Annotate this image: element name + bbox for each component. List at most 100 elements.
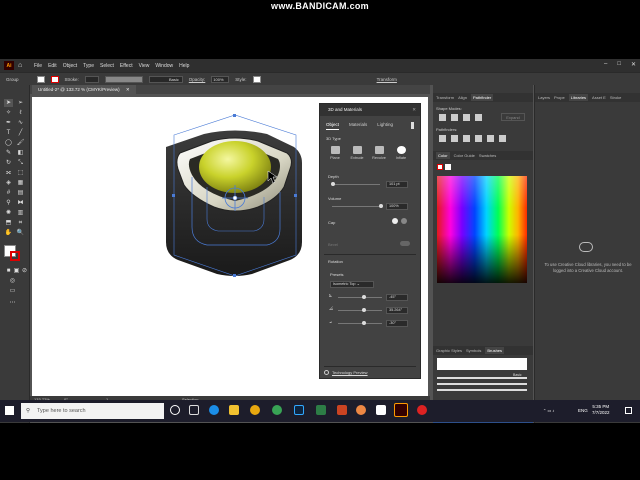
cap-on-icon[interactable] xyxy=(392,218,398,224)
tab-color-guide[interactable]: Color Guide xyxy=(454,153,475,158)
opacity-field[interactable]: 100% xyxy=(211,75,230,83)
curvature-tool-icon[interactable]: ∿ xyxy=(16,119,25,127)
expand-button[interactable]: Expand xyxy=(501,113,525,121)
close-window-button[interactable]: ✕ xyxy=(631,61,636,68)
ellipse-tool-icon[interactable]: ◯ xyxy=(4,139,13,147)
unite-icon[interactable] xyxy=(439,114,446,121)
direct-selection-tool-icon[interactable]: ➢ xyxy=(16,99,25,107)
menu-select[interactable]: Select xyxy=(100,63,114,69)
cap-off-icon[interactable] xyxy=(401,218,407,224)
selection-tool-icon[interactable]: ➤ xyxy=(4,99,13,107)
home-icon[interactable]: ⌂ xyxy=(18,62,26,70)
exclude-icon[interactable] xyxy=(475,114,482,121)
tab-asset-export[interactable]: Asset E xyxy=(592,95,606,100)
tab-align[interactable]: Align xyxy=(458,95,467,100)
type-plane-button[interactable]: Plane xyxy=(328,146,342,162)
chrome-icon[interactable] xyxy=(250,405,260,415)
menu-window[interactable]: Window xyxy=(155,63,173,69)
taskbar-search-input[interactable]: ⚲ Type here to search xyxy=(21,403,164,419)
document-tab[interactable]: Untitled-2* @ 133.72 % (CMYK/Preview) ✕ xyxy=(32,85,136,94)
rotate-x-slider[interactable] xyxy=(338,297,382,298)
tab-transform[interactable]: Transform xyxy=(436,95,454,100)
menu-effect[interactable]: Effect xyxy=(120,63,133,69)
chrome-alt-icon[interactable] xyxy=(272,405,282,415)
tab-color[interactable]: Color xyxy=(436,152,450,159)
type-inflate-button[interactable]: Inflate xyxy=(394,146,408,162)
rotate-tool-icon[interactable]: ↻ xyxy=(4,159,13,167)
brush-stroke[interactable] xyxy=(437,389,527,391)
edit-toolbar-icon[interactable]: ⋯ xyxy=(8,299,17,307)
rotate-x-field[interactable]: -45° xyxy=(386,294,408,301)
gradient-tool-icon[interactable]: ▤ xyxy=(16,189,25,197)
bevel-toggle[interactable] xyxy=(400,241,410,246)
tab-graphic-styles[interactable]: Graphic Styles xyxy=(436,348,462,353)
variable-width-field[interactable] xyxy=(104,75,143,83)
tab-properties[interactable]: Prope xyxy=(554,95,565,100)
volume-field[interactable]: 100% xyxy=(386,203,408,210)
rotate-x-knob[interactable] xyxy=(362,295,366,299)
paint-icon[interactable] xyxy=(356,405,366,415)
rotate-z-knob[interactable] xyxy=(362,321,366,325)
menu-help[interactable]: Help xyxy=(179,63,189,69)
divide-icon[interactable] xyxy=(439,135,446,142)
menu-view[interactable]: View xyxy=(139,63,150,69)
type-revolve-button[interactable]: Revolve xyxy=(372,146,386,162)
brush-definition-field[interactable]: Basic xyxy=(148,75,183,83)
mesh-tool-icon[interactable]: # xyxy=(4,189,13,197)
technology-preview-link[interactable]: Technology Preview xyxy=(332,370,368,375)
outline-icon[interactable] xyxy=(487,135,494,142)
tab-object[interactable]: Object xyxy=(326,122,340,130)
tab-brushes[interactable]: Brushes xyxy=(485,347,505,354)
rotate-y-slider[interactable] xyxy=(338,310,382,311)
stroke-color-chip[interactable] xyxy=(445,164,451,170)
symbol-sprayer-tool-icon[interactable]: ✺ xyxy=(4,209,13,217)
minus-front-icon[interactable] xyxy=(451,114,458,121)
depth-field[interactable]: 101 pt xyxy=(386,181,408,188)
illustrator-taskbar-icon[interactable] xyxy=(394,403,408,417)
tab-stroke[interactable]: Stroke xyxy=(610,95,622,100)
render-settings-icon[interactable] xyxy=(411,122,414,129)
tab-swatches[interactable]: Swatches xyxy=(479,153,496,158)
blend-tool-icon[interactable]: ⧓ xyxy=(16,199,25,207)
menu-object[interactable]: Object xyxy=(63,63,77,69)
scale-tool-icon[interactable]: ⤡ xyxy=(16,159,25,167)
file-explorer-icon[interactable] xyxy=(229,405,239,415)
edge-icon[interactable] xyxy=(209,405,219,415)
app-icon[interactable] xyxy=(316,405,326,415)
language-indicator[interactable]: ENG xyxy=(578,408,588,413)
fill-swatch[interactable] xyxy=(36,75,45,83)
pen-tool-icon[interactable]: ✒ xyxy=(4,119,13,127)
stroke-swatch-icon[interactable] xyxy=(10,251,20,261)
rotate-z-field[interactable]: -30° xyxy=(386,320,408,327)
intersect-icon[interactable] xyxy=(463,114,470,121)
app-icon[interactable] xyxy=(376,405,386,415)
free-transform-tool-icon[interactable]: ⬚ xyxy=(16,169,25,177)
merge-icon[interactable] xyxy=(463,135,470,142)
crop-icon[interactable] xyxy=(475,135,482,142)
style-swatch[interactable] xyxy=(252,75,261,83)
type-extrude-button[interactable]: Extrude xyxy=(350,146,364,162)
minus-back-icon[interactable] xyxy=(499,135,506,142)
width-tool-icon[interactable]: ⟗ xyxy=(4,169,13,177)
transform-link[interactable]: Transform xyxy=(377,77,397,82)
close-tab-icon[interactable]: ✕ xyxy=(126,87,130,92)
rotate-y-knob[interactable] xyxy=(362,308,366,312)
brush-stroke[interactable] xyxy=(437,377,527,379)
presets-dropdown[interactable]: Isometric Top ⌄ xyxy=(330,281,374,288)
shaper-tool-icon[interactable]: ✎ xyxy=(4,149,13,157)
task-view-icon[interactable] xyxy=(189,405,199,415)
rotate-z-slider[interactable] xyxy=(338,323,382,324)
paintbrush-tool-icon[interactable]: 🖌 xyxy=(16,139,25,147)
stroke-weight-field[interactable] xyxy=(84,75,99,83)
app-icon[interactable] xyxy=(337,405,347,415)
none-mode-icon[interactable]: ⊘ xyxy=(20,267,29,275)
minimize-button[interactable]: – xyxy=(604,61,607,68)
perspective-grid-tool-icon[interactable]: ▦ xyxy=(16,179,25,187)
tab-layers[interactable]: Layers xyxy=(538,95,550,100)
line-tool-icon[interactable]: ╱ xyxy=(16,129,25,137)
shape-builder-tool-icon[interactable]: ◈ xyxy=(4,179,13,187)
windows-start-icon[interactable] xyxy=(5,406,14,415)
tab-libraries[interactable]: Libraries xyxy=(568,94,589,101)
3d-panel-header[interactable]: 3D and Materials ✕ xyxy=(320,104,420,116)
volume-slider[interactable] xyxy=(332,206,380,207)
